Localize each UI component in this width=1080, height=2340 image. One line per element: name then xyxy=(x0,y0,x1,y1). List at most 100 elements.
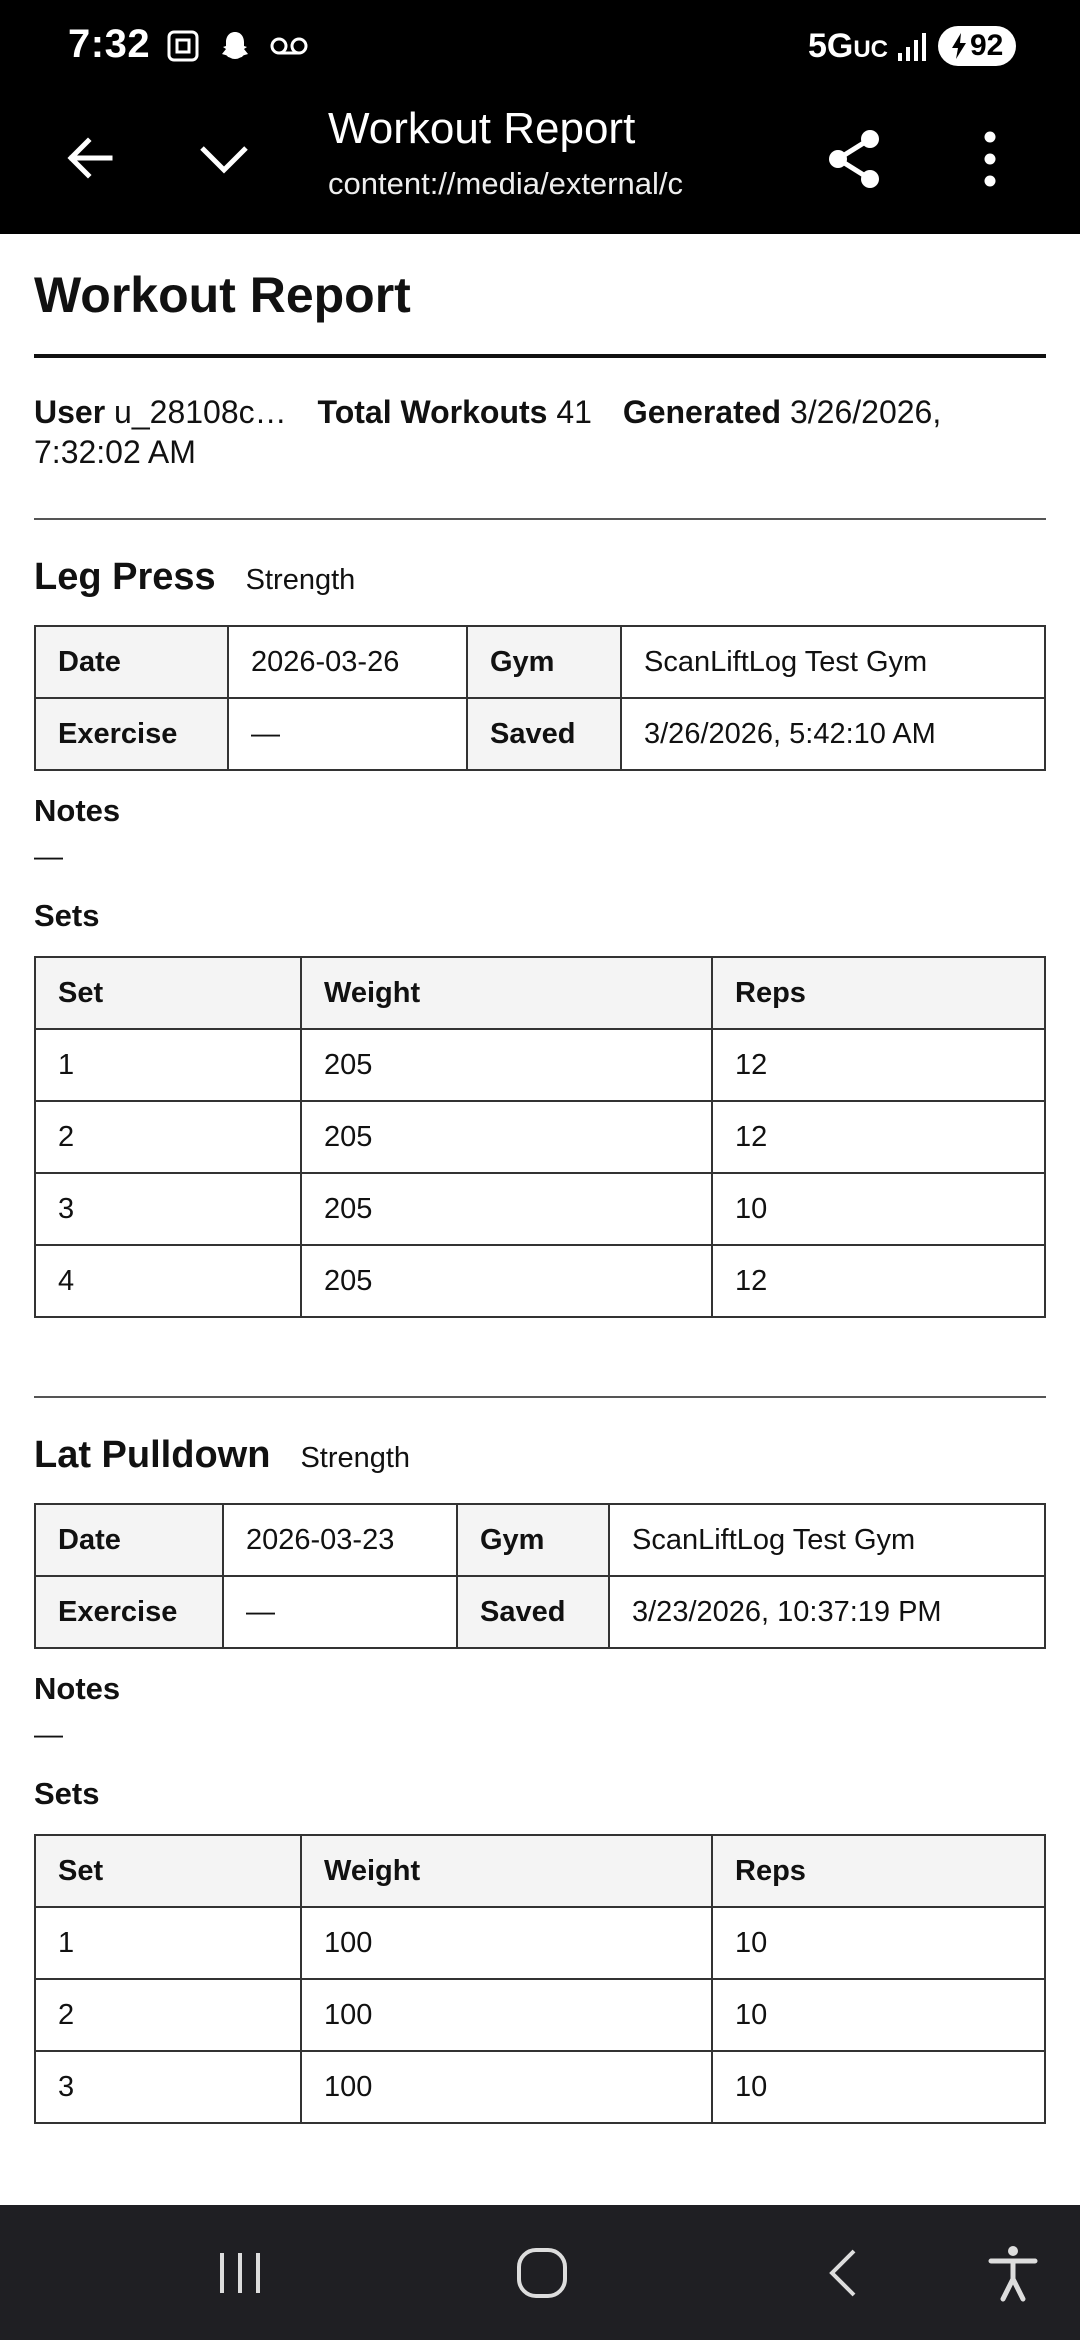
set-reps: 10 xyxy=(711,1172,1046,1246)
exercise-details-table: Date 2026-03-23 Gym ScanLiftLog Test Gym… xyxy=(34,1503,1046,1649)
set-reps: 10 xyxy=(711,1906,1046,1980)
exercise-label: Exercise xyxy=(34,697,229,771)
set-number: 1 xyxy=(34,1906,302,1980)
status-time: 7:32 xyxy=(68,22,151,66)
status-right: 5GUC 92 xyxy=(808,26,1016,66)
set-number: 2 xyxy=(34,1100,302,1174)
table-row: Date 2026-03-23 Gym ScanLiftLog Test Gym xyxy=(34,1503,1046,1577)
table-row: 4 205 12 xyxy=(34,1244,1046,1318)
weight-column-header: Weight xyxy=(300,1834,713,1908)
battery-indicator: 92 xyxy=(938,26,1016,66)
exercise-label: Exercise xyxy=(34,1575,224,1649)
more-options-icon[interactable] xyxy=(960,124,1020,194)
section-divider xyxy=(34,1396,1046,1398)
sets-table: Set Weight Reps 1 100 10 2 100 10 3 100 … xyxy=(34,1834,1046,2124)
set-number: 3 xyxy=(34,2050,302,2124)
table-row: 3 205 10 xyxy=(34,1172,1046,1246)
set-reps: 12 xyxy=(711,1100,1046,1174)
saved-value: 3/26/2026, 5:42:10 AM xyxy=(620,697,1046,771)
table-row: Date 2026-03-26 Gym ScanLiftLog Test Gym xyxy=(34,625,1046,699)
app-bar-title: Workout Report xyxy=(328,104,636,153)
total-workouts-value: 41 xyxy=(556,394,592,430)
table-row: 2 205 12 xyxy=(34,1100,1046,1174)
battery-level: 92 xyxy=(970,29,1004,62)
set-reps: 12 xyxy=(711,1028,1046,1102)
exercise-section: Leg Press Strength Date 2026-03-26 Gym S… xyxy=(34,556,1046,1318)
date-label: Date xyxy=(34,1503,224,1577)
title-divider xyxy=(34,354,1046,358)
voicemail-icon xyxy=(270,37,308,55)
back-icon[interactable] xyxy=(812,2241,876,2305)
set-weight: 205 xyxy=(300,1100,713,1174)
notes-heading: Notes xyxy=(34,793,121,828)
set-weight: 100 xyxy=(300,1906,713,1980)
date-value: 2026-03-26 xyxy=(227,625,468,699)
set-reps: 12 xyxy=(711,1244,1046,1318)
saved-value: 3/23/2026, 10:37:19 PM xyxy=(608,1575,1046,1649)
exercise-header: Leg Press Strength xyxy=(34,556,1046,599)
set-number: 4 xyxy=(34,1244,302,1318)
set-number: 3 xyxy=(34,1172,302,1246)
recent-apps-icon[interactable] xyxy=(208,2241,272,2305)
report-document: Workout Report User u_28108c… Total Work… xyxy=(34,234,1046,2124)
exercise-category: Strength xyxy=(300,1442,411,1474)
saved-label: Saved xyxy=(466,697,622,771)
section-divider xyxy=(34,518,1046,520)
exercise-value: — xyxy=(227,697,468,771)
accessibility-icon[interactable] xyxy=(981,2241,1045,2305)
home-icon[interactable] xyxy=(510,2241,574,2305)
date-value: 2026-03-23 xyxy=(222,1503,458,1577)
user-label: User xyxy=(34,394,106,430)
exercise-category: Strength xyxy=(245,564,356,596)
set-number: 2 xyxy=(34,1978,302,2052)
date-label: Date xyxy=(34,625,229,699)
set-weight: 100 xyxy=(300,1978,713,2052)
status-bar: 7:32 5GUC 92 xyxy=(0,0,1080,96)
report-meta: User u_28108c… Total Workouts 41 Generat… xyxy=(34,392,1046,472)
network-type: 5GUC xyxy=(807,26,888,65)
exercise-section: Lat Pulldown Strength Date 2026-03-23 Gy… xyxy=(34,1434,1046,2124)
table-header-row: Set Weight Reps xyxy=(34,956,1046,1030)
notes-value: — xyxy=(34,841,63,873)
set-weight: 205 xyxy=(300,1172,713,1246)
notes-value: — xyxy=(34,1719,63,1751)
exercise-details-table: Date 2026-03-26 Gym ScanLiftLog Test Gym… xyxy=(34,625,1046,771)
gym-label: Gym xyxy=(466,625,622,699)
notification-icons xyxy=(165,28,309,64)
weight-column-header: Weight xyxy=(300,956,713,1030)
gym-label: Gym xyxy=(456,1503,610,1577)
reps-column-header: Reps xyxy=(711,1834,1046,1908)
sets-table: Set Weight Reps 1 205 12 2 205 12 3 205 … xyxy=(34,956,1046,1318)
generated-label: Generated xyxy=(622,394,782,430)
report-title: Workout Report xyxy=(34,267,411,323)
set-reps: 10 xyxy=(711,1978,1046,2052)
set-weight: 205 xyxy=(300,1028,713,1102)
set-number: 1 xyxy=(34,1028,302,1102)
total-workouts-label: Total Workouts xyxy=(317,394,548,430)
set-column-header: Set xyxy=(34,1834,302,1908)
exercise-value: — xyxy=(222,1575,458,1649)
table-row: 1 205 12 xyxy=(34,1028,1046,1102)
share-icon[interactable] xyxy=(820,124,890,194)
screenshot-icon xyxy=(167,30,199,62)
system-navigation-bar xyxy=(0,2205,1080,2340)
set-reps: 10 xyxy=(711,2050,1046,2124)
snapchat-icon xyxy=(222,32,248,59)
app-bar: Workout Report content://media/external/… xyxy=(0,96,1080,234)
user-value: u_28108c… xyxy=(114,394,287,430)
table-row: Exercise — Saved 3/26/2026, 5:42:10 AM xyxy=(34,697,1046,771)
saved-label: Saved xyxy=(456,1575,610,1649)
app-bar-url: content://media/external/c xyxy=(328,166,683,201)
charging-icon xyxy=(952,33,966,59)
gym-value: ScanLiftLog Test Gym xyxy=(620,625,1046,699)
table-header-row: Set Weight Reps xyxy=(34,1834,1046,1908)
set-weight: 205 xyxy=(300,1244,713,1318)
chevron-down-icon[interactable] xyxy=(192,126,256,190)
reps-column-header: Reps xyxy=(711,956,1046,1030)
back-arrow-icon[interactable] xyxy=(58,126,122,190)
table-row: 2 100 10 xyxy=(34,1978,1046,2052)
sets-heading: Sets xyxy=(34,1776,100,1811)
table-row: 1 100 10 xyxy=(34,1906,1046,1980)
notes-heading: Notes xyxy=(34,1671,121,1706)
exercise-name: Lat Pulldown xyxy=(34,1434,271,1476)
